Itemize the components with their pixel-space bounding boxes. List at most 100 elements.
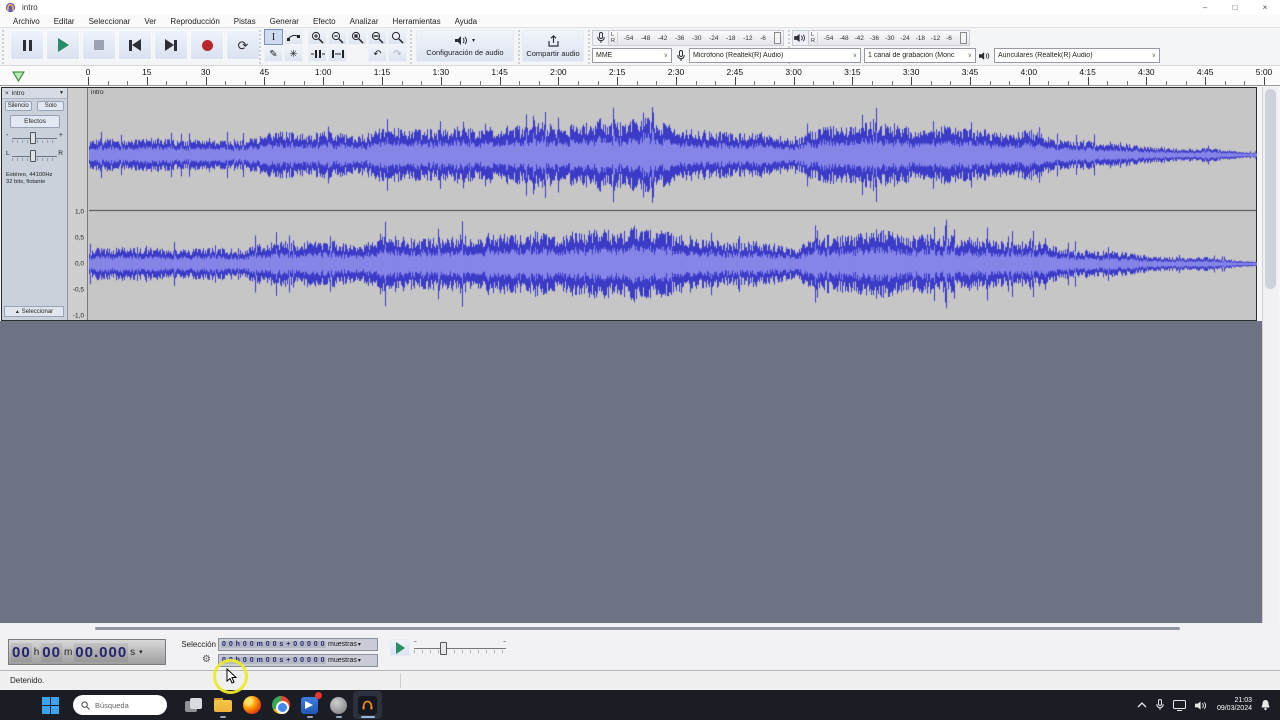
taskbar-item-media-player[interactable] (295, 691, 324, 719)
speed-slider-thumb[interactable] (440, 642, 447, 655)
menu-herramientas[interactable]: Herramientas (386, 17, 448, 26)
start-button[interactable] (42, 697, 59, 714)
redo-button[interactable]: ↷ (388, 46, 407, 62)
ruler-label: 5:00 (1256, 67, 1273, 77)
menu-analizar[interactable]: Analizar (343, 17, 386, 26)
draw-tool-button[interactable]: ✎ (264, 46, 283, 62)
waveform-clip[interactable]: intro (89, 88, 1257, 320)
search-input[interactable]: Búsqueda (73, 695, 167, 715)
play-at-speed-button[interactable] (390, 639, 410, 656)
multi-tool-button[interactable]: ✳ (284, 46, 303, 62)
record-button[interactable] (190, 30, 224, 60)
recording-meter[interactable]: LR -54-48-42-36-30-24-18-12-6 (592, 30, 784, 46)
toolbar-grip[interactable] (259, 30, 262, 64)
track-area-background (0, 321, 1262, 623)
menu-seleccionar[interactable]: Seleccionar (82, 17, 138, 26)
gain-slider-thumb[interactable] (30, 132, 36, 144)
taskbar-item-chrome[interactable] (266, 691, 295, 719)
audio-position-display[interactable]: 00 h 00 m 00.000 s ▾ (8, 639, 166, 665)
skip-to-start-button[interactable] (118, 30, 152, 60)
ruler-tick (794, 77, 795, 85)
audio-setup-button[interactable]: ▾ Configuración de audio (416, 30, 514, 62)
taskbar-item-audacity[interactable] (353, 691, 382, 719)
menu-efecto[interactable]: Efecto (306, 17, 343, 26)
selection-start-value[interactable]: 0 0 h 0 0 m 0 0 s + 0 0 0 0 0 (221, 641, 326, 648)
gear-icon[interactable]: ⚙ (202, 654, 211, 665)
position-seconds[interactable]: 00.000 (74, 643, 128, 662)
menu-ayuda[interactable]: Ayuda (448, 17, 485, 26)
waveform-display[interactable] (89, 88, 1257, 320)
close-button[interactable]: × (1250, 0, 1280, 15)
track-menu-button[interactable]: ▼ (59, 90, 67, 96)
tray-microphone-icon[interactable] (1156, 699, 1164, 711)
meter-scale-label: -30 (692, 35, 701, 42)
track-name[interactable]: intro (12, 90, 59, 97)
taskbar-item-explorer[interactable] (208, 691, 237, 719)
effects-button[interactable]: Efectos (10, 115, 60, 128)
tray-speaker-icon[interactable] (1195, 700, 1208, 711)
play-button[interactable] (46, 30, 80, 60)
zoom-out-button[interactable] (328, 29, 347, 45)
output-device-select[interactable]: Auriculares (Realtek(R) Audio) ∨ (994, 48, 1160, 63)
zoom-fit-button[interactable] (368, 29, 387, 45)
tray-chevron-up-icon[interactable] (1137, 702, 1147, 708)
vertical-scrollbar[interactable] (1262, 87, 1278, 623)
skip-to-end-button[interactable] (154, 30, 188, 60)
pan-slider[interactable]: L R (2, 148, 67, 164)
ruler-tick (833, 81, 834, 85)
zoom-in-button[interactable] (308, 29, 327, 45)
playback-speed-slider[interactable]: ‾ ‾ (414, 642, 506, 656)
toolbar-grip[interactable] (410, 30, 413, 64)
loop-region-button[interactable] (8, 69, 28, 83)
playback-meter[interactable]: LR -54-48-42-36-30-24-18-12-6 (792, 30, 970, 46)
pan-slider-thumb[interactable] (30, 150, 36, 162)
menu-ver[interactable]: Ver (137, 17, 163, 26)
track-close-button[interactable]: × (2, 90, 12, 97)
taskbar-item-firefox[interactable] (237, 691, 266, 719)
trim-audio-button[interactable] (308, 46, 327, 62)
position-format-caret-icon[interactable]: ▾ (139, 648, 143, 656)
notification-bell-icon[interactable] (1260, 699, 1271, 711)
menu-reproducción[interactable]: Reproducción (163, 17, 226, 26)
horizontal-scrollbar[interactable] (0, 623, 1280, 634)
chevron-down-icon[interactable]: ▾ (358, 657, 361, 664)
menu-archivo[interactable]: Archivo (6, 17, 47, 26)
solo-button[interactable]: Solo (37, 101, 64, 111)
zoom-selection-button[interactable] (348, 29, 367, 45)
toolbar-grip[interactable] (518, 30, 521, 64)
menu-pistas[interactable]: Pistas (227, 17, 263, 26)
vertical-scrollbar-thumb[interactable] (1265, 89, 1276, 289)
input-channels-select[interactable]: 1 canal de grabación (Monc ∨ (864, 48, 976, 63)
zoom-toggle-button[interactable] (388, 29, 407, 45)
share-audio-button[interactable]: Compartir audio (522, 30, 584, 62)
stop-button[interactable] (82, 30, 116, 60)
chevron-down-icon[interactable]: ▾ (358, 641, 361, 648)
timeline-ruler[interactable]: 01530451:001:151:301:452:002:152:302:453… (88, 66, 1268, 85)
horizontal-scrollbar-thumb[interactable] (95, 627, 1180, 630)
position-minutes[interactable]: 00 (41, 643, 62, 662)
silence-audio-button[interactable] (328, 46, 347, 62)
toolbar-grip[interactable] (588, 30, 591, 64)
mute-button[interactable]: Silencio (5, 101, 32, 111)
pause-button[interactable] (10, 30, 44, 60)
toolbar-grip[interactable] (2, 30, 5, 64)
undo-button[interactable]: ↶ (368, 46, 387, 62)
loop-button[interactable]: ⟳ (226, 30, 260, 60)
menu-editar[interactable]: Editar (47, 17, 82, 26)
selection-start-field[interactable]: 0 0 h 0 0 m 0 0 s + 0 0 0 0 0 muestras ▾ (218, 638, 378, 651)
audio-host-select[interactable]: MME ∨ (592, 48, 672, 63)
gain-slider[interactable]: - + (2, 130, 67, 146)
input-device-select[interactable]: Micrófono (Realtek(R) Audio) ∨ (689, 48, 861, 63)
track-select-button[interactable]: ▲ Seleccionar (4, 306, 64, 317)
taskbar-clock[interactable]: 21:03 09/03/2024 (1217, 697, 1252, 713)
taskbar-item-taskview[interactable] (179, 691, 208, 719)
taskbar-item-gray-app[interactable] (324, 691, 353, 719)
menu-generar[interactable]: Generar (263, 17, 306, 26)
position-hours[interactable]: 00 (11, 643, 32, 662)
selection-tool-button[interactable]: I (264, 29, 283, 45)
minimize-button[interactable]: – (1190, 0, 1220, 15)
maximize-button[interactable]: □ (1220, 0, 1250, 15)
envelope-tool-button[interactable] (284, 29, 303, 45)
vertical-scale-right[interactable]: 1,00,50,0-0,5-1,0 (68, 88, 88, 320)
tray-display-icon[interactable] (1173, 700, 1186, 711)
